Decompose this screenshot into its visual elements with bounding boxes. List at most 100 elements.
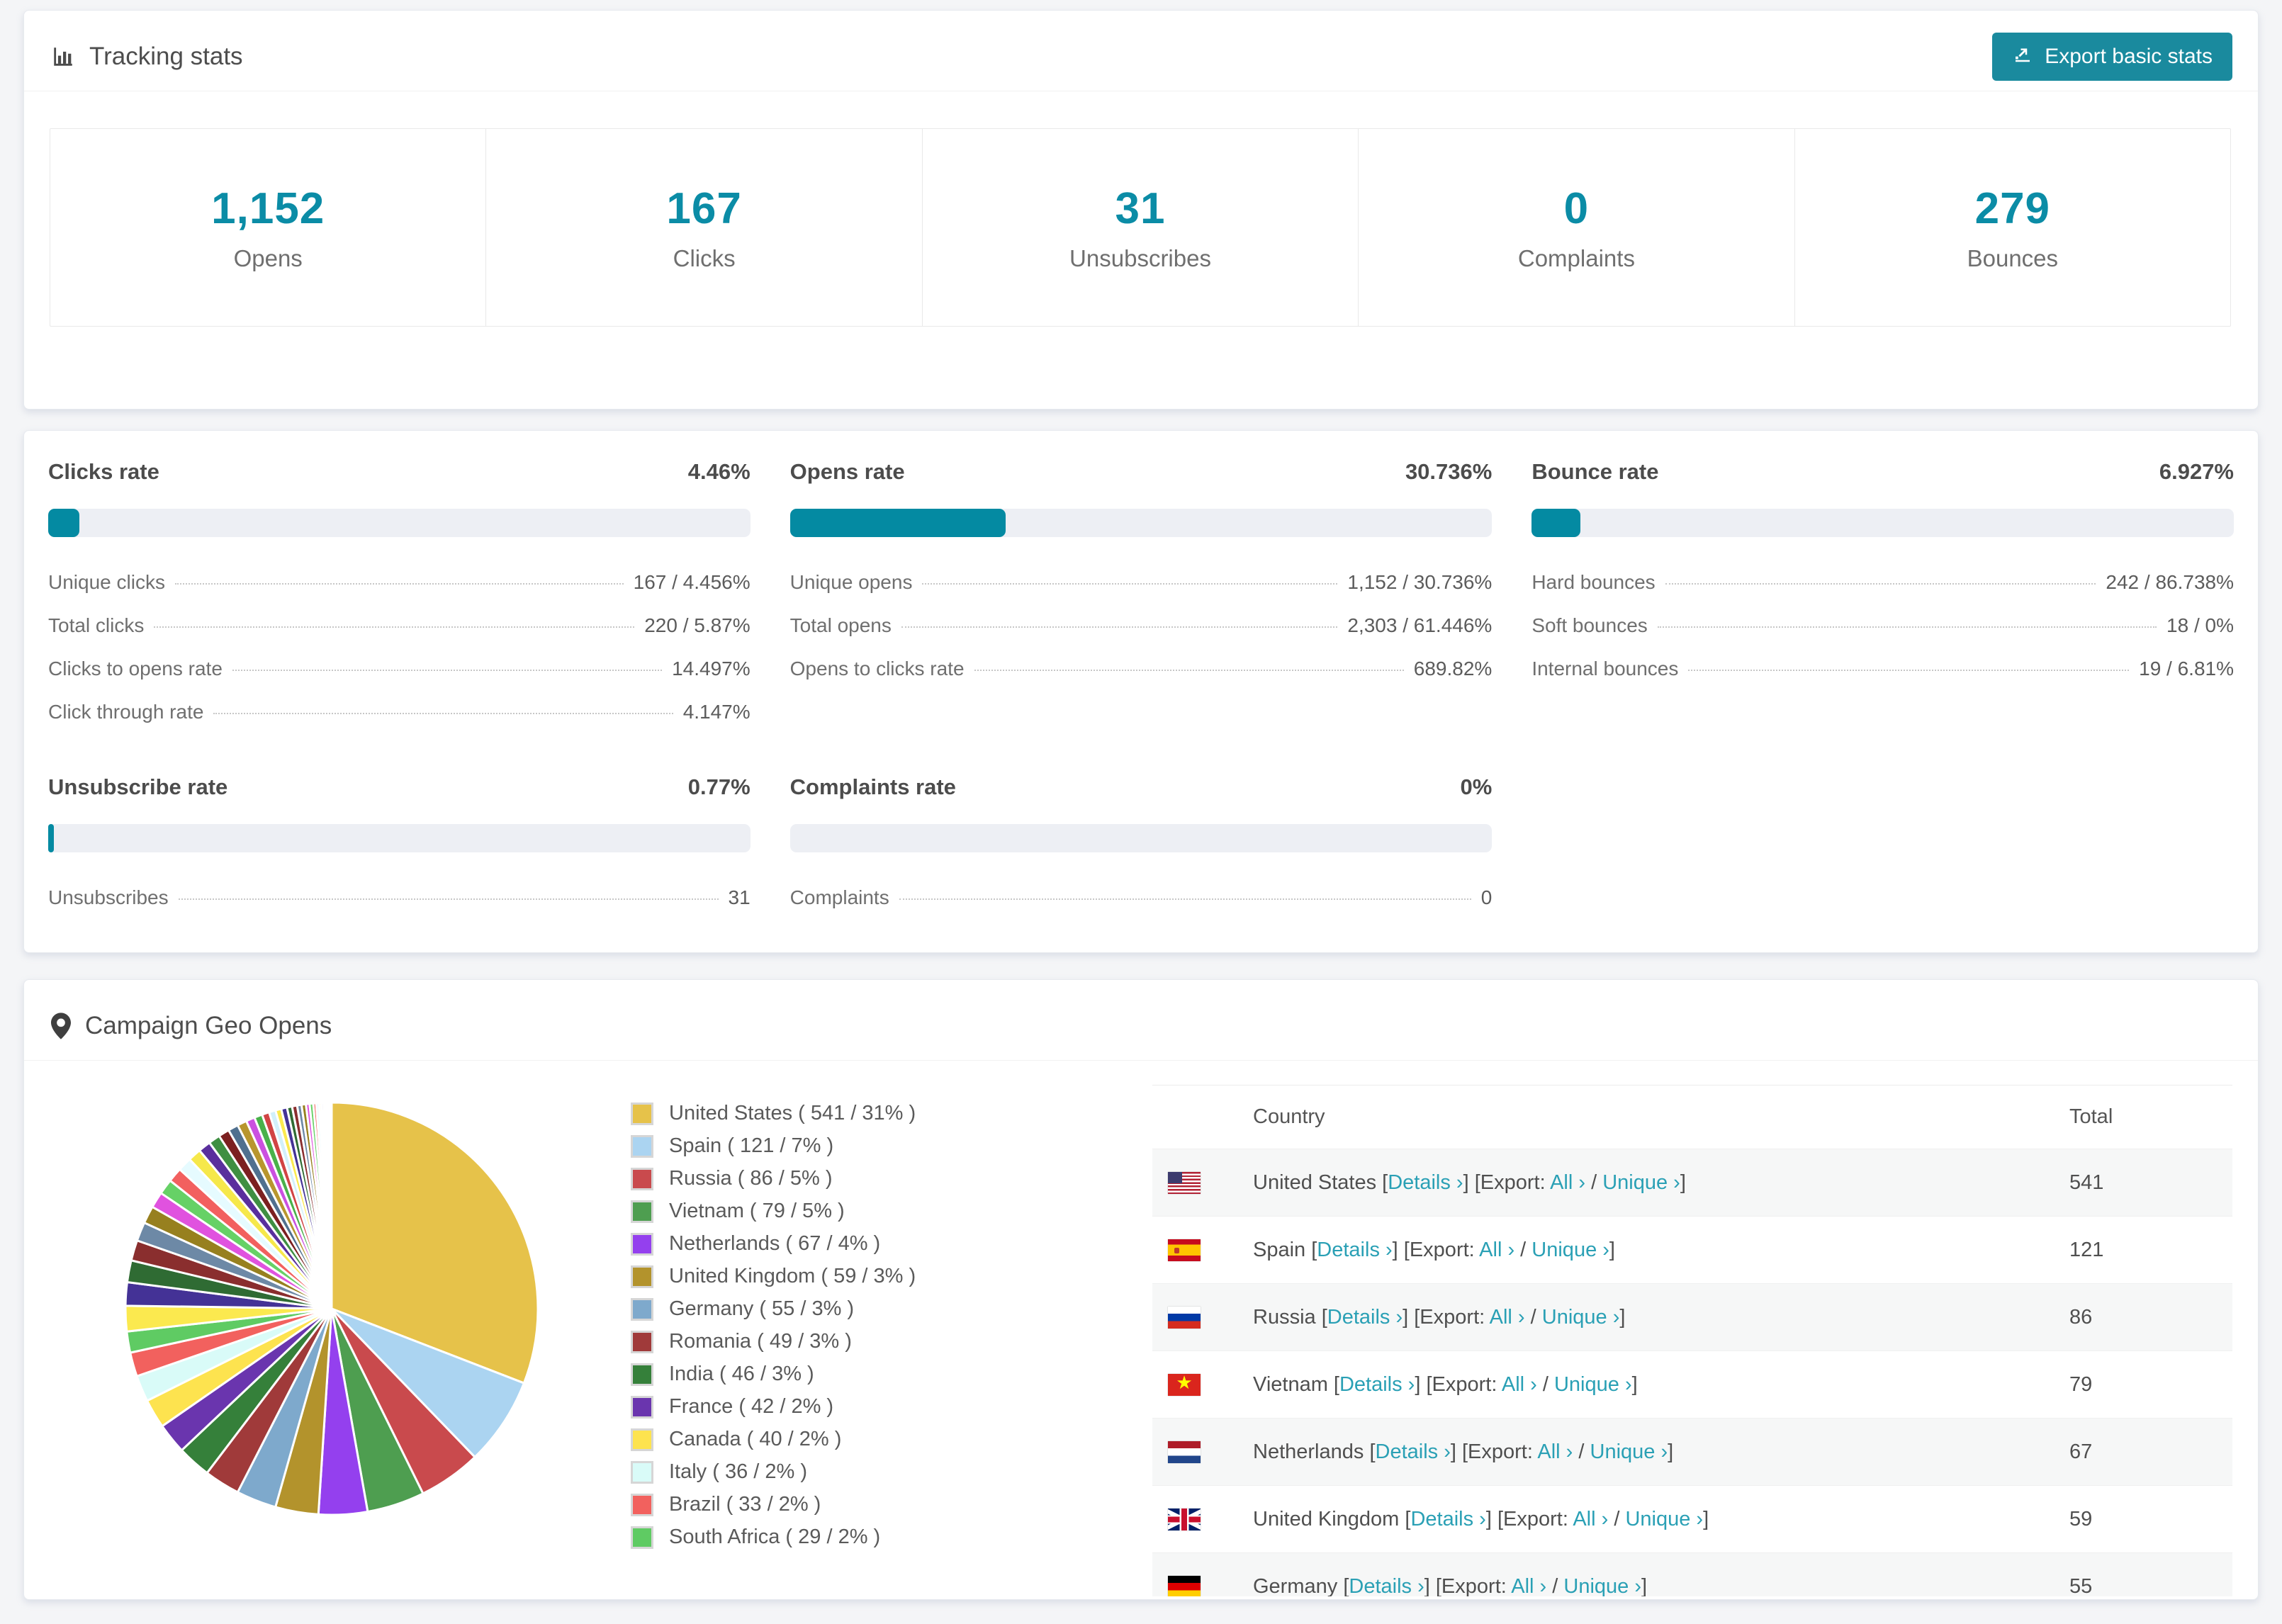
- rate-row-value: 1,152 / 30.736%: [1347, 571, 1493, 593]
- rate-row-value: 242 / 86.738%: [2106, 571, 2234, 593]
- stat-label: Clicks: [673, 244, 736, 271]
- slash: /: [1608, 1507, 1626, 1530]
- export-unique-link[interactable]: Unique ›: [1563, 1575, 1641, 1597]
- legend-item[interactable]: Netherlands ( 67 / 4% ): [631, 1232, 916, 1256]
- map-pin-icon: [51, 1012, 71, 1039]
- rate-row-value: 18 / 0%: [2166, 614, 2234, 636]
- legend-item[interactable]: France ( 42 / 2% ): [631, 1395, 916, 1419]
- dotted-leader: [1665, 583, 2096, 585]
- rate-row-value: 689.82%: [1413, 658, 1493, 680]
- legend-item[interactable]: Canada ( 40 / 2% ): [631, 1428, 916, 1451]
- export-unique-link[interactable]: Unique ›: [1590, 1440, 1668, 1463]
- rate-name: Unsubscribe rate: [48, 774, 228, 799]
- flag-cell: [1152, 1418, 1253, 1486]
- rate-head: Complaints rate 0%: [790, 774, 1493, 800]
- legend-swatch-icon: [631, 1363, 653, 1386]
- section-title: Campaign Geo Opens: [85, 1011, 332, 1039]
- bracket: ]: [1668, 1440, 1674, 1463]
- legend-swatch-icon: [631, 1297, 653, 1321]
- rate-row: Internal bounces 19 / 6.81%: [1531, 658, 2234, 680]
- rate-row: Clicks to opens rate 14.497%: [48, 658, 751, 680]
- rate-value: 0.77%: [687, 774, 751, 799]
- tracking-stats-title: Tracking stats: [51, 43, 243, 71]
- export-unique-link[interactable]: Unique ›: [1625, 1508, 1703, 1530]
- export-all-link[interactable]: All ›: [1550, 1171, 1585, 1194]
- details-link[interactable]: Details ›: [1339, 1373, 1415, 1396]
- rate-progress-bar: [789, 824, 1493, 852]
- legend-label: Romania ( 49 / 3% ): [669, 1330, 852, 1353]
- stat-cell: 167 Clicks: [485, 129, 921, 326]
- country-flag-icon: [1168, 1239, 1201, 1261]
- rate-row-value: 31: [728, 886, 751, 908]
- dotted-leader: [154, 626, 635, 628]
- total-cell: 79: [2069, 1350, 2232, 1419]
- export-all-link[interactable]: All ›: [1479, 1239, 1514, 1261]
- rate-name: Clicks rate: [48, 459, 159, 484]
- stat-label: Bounces: [1967, 244, 2059, 271]
- legend-swatch-icon: [631, 1526, 653, 1549]
- rate-row-label: Opens to clicks rate: [789, 658, 965, 680]
- export-unique-link[interactable]: Unique ›: [1554, 1373, 1632, 1396]
- legend-item[interactable]: Vietnam ( 79 / 5% ): [631, 1200, 916, 1223]
- legend-item[interactable]: India ( 46 / 3% ): [631, 1363, 916, 1386]
- legend-item[interactable]: United Kingdom ( 59 / 3% ): [631, 1265, 916, 1288]
- legend-item[interactable]: United States ( 541 / 31% ): [631, 1102, 916, 1125]
- details-link[interactable]: Details ›: [1410, 1508, 1485, 1530]
- geo-table-wrap: Country Total United States [Details ›] …: [1152, 1085, 2232, 1596]
- geo-pie-chart: [124, 1101, 539, 1516]
- stat-value: 279: [1974, 184, 2051, 233]
- export-basic-stats-button[interactable]: Export basic stats: [1992, 32, 2232, 81]
- country-cell: Vietnam [Details ›] [Export: All › / Uni…: [1253, 1350, 2069, 1419]
- legend-item[interactable]: Italy ( 36 / 2% ): [631, 1460, 916, 1484]
- country-column-header: Country: [1253, 1105, 1325, 1128]
- legend-item[interactable]: Brazil ( 33 / 2% ): [631, 1493, 916, 1516]
- total-cell: 541: [2069, 1149, 2232, 1217]
- rates-card: Clicks rate 4.46% Unique clicks 167 / 4.456…: [23, 430, 2259, 953]
- rate-block: Bounce rate 6.927% Hard bounces 242 / 86.73…: [1531, 459, 2234, 723]
- export-all-link[interactable]: All ›: [1537, 1440, 1573, 1463]
- export-all-link[interactable]: All ›: [1511, 1575, 1546, 1597]
- details-link[interactable]: Details ›: [1317, 1239, 1392, 1261]
- legend-item[interactable]: Spain ( 121 / 7% ): [631, 1134, 916, 1158]
- export-unique-link[interactable]: Unique ›: [1542, 1306, 1620, 1329]
- geo-table-body: United States [Details ›] [Export: All ›…: [1152, 1149, 2232, 1597]
- export-unique-link[interactable]: Unique ›: [1602, 1171, 1680, 1194]
- bracket: ]: [1680, 1171, 1686, 1194]
- rate-block: Unsubscribe rate 0.77% Unsubscribes 31: [48, 774, 751, 909]
- geo-table-row: Germany [Details ›] [Export: All › / Uni…: [1152, 1552, 2232, 1597]
- legend-item[interactable]: Germany ( 55 / 3% ): [631, 1297, 916, 1321]
- country-cell: Netherlands [Details ›] [Export: All › /…: [1253, 1418, 2069, 1486]
- export-all-link[interactable]: All ›: [1573, 1508, 1608, 1530]
- legend-item[interactable]: Romania ( 49 / 3% ): [631, 1330, 916, 1353]
- rate-row: Total opens 2,303 / 61.446%: [790, 614, 1493, 637]
- rate-value: 30.736%: [1405, 459, 1493, 484]
- rate-row: Opens to clicks rate 689.82%: [790, 658, 1493, 680]
- rate-row-value: 167 / 4.456%: [633, 571, 751, 593]
- country-flag-icon: [1168, 1306, 1201, 1329]
- rate-progress-bar: [48, 824, 751, 852]
- slash: /: [1546, 1574, 1564, 1597]
- export-all-link[interactable]: All ›: [1490, 1306, 1525, 1329]
- export-icon: [2012, 43, 2033, 70]
- rate-row-label: Soft bounces: [1531, 614, 1648, 636]
- export-unique-link[interactable]: Unique ›: [1531, 1239, 1609, 1261]
- details-link[interactable]: Details ›: [1388, 1171, 1463, 1194]
- pie-slice[interactable]: [330, 1101, 333, 1310]
- legend-swatch-icon: [631, 1428, 653, 1451]
- export-all-link[interactable]: All ›: [1502, 1373, 1537, 1396]
- total-cell: 121: [2069, 1216, 2232, 1284]
- legend-label: Germany ( 55 / 3% ): [669, 1297, 855, 1320]
- bracket: [Export:: [1497, 1507, 1573, 1530]
- details-link[interactable]: Details ›: [1376, 1440, 1451, 1463]
- rate-progress-fill: [48, 509, 80, 537]
- stat-cell: 279 Bounces: [1794, 129, 2230, 326]
- flag-cell: [1152, 1552, 1253, 1596]
- legend-swatch-icon: [631, 1330, 653, 1353]
- details-link[interactable]: Details ›: [1349, 1575, 1424, 1597]
- legend-item[interactable]: South Africa ( 29 / 2% ): [631, 1526, 916, 1549]
- legend-item[interactable]: Russia ( 86 / 5% ): [631, 1167, 916, 1190]
- slash: /: [1573, 1440, 1590, 1463]
- details-link[interactable]: Details ›: [1327, 1306, 1403, 1329]
- bracket: ]: [1403, 1305, 1415, 1329]
- dotted-leader: [178, 898, 719, 900]
